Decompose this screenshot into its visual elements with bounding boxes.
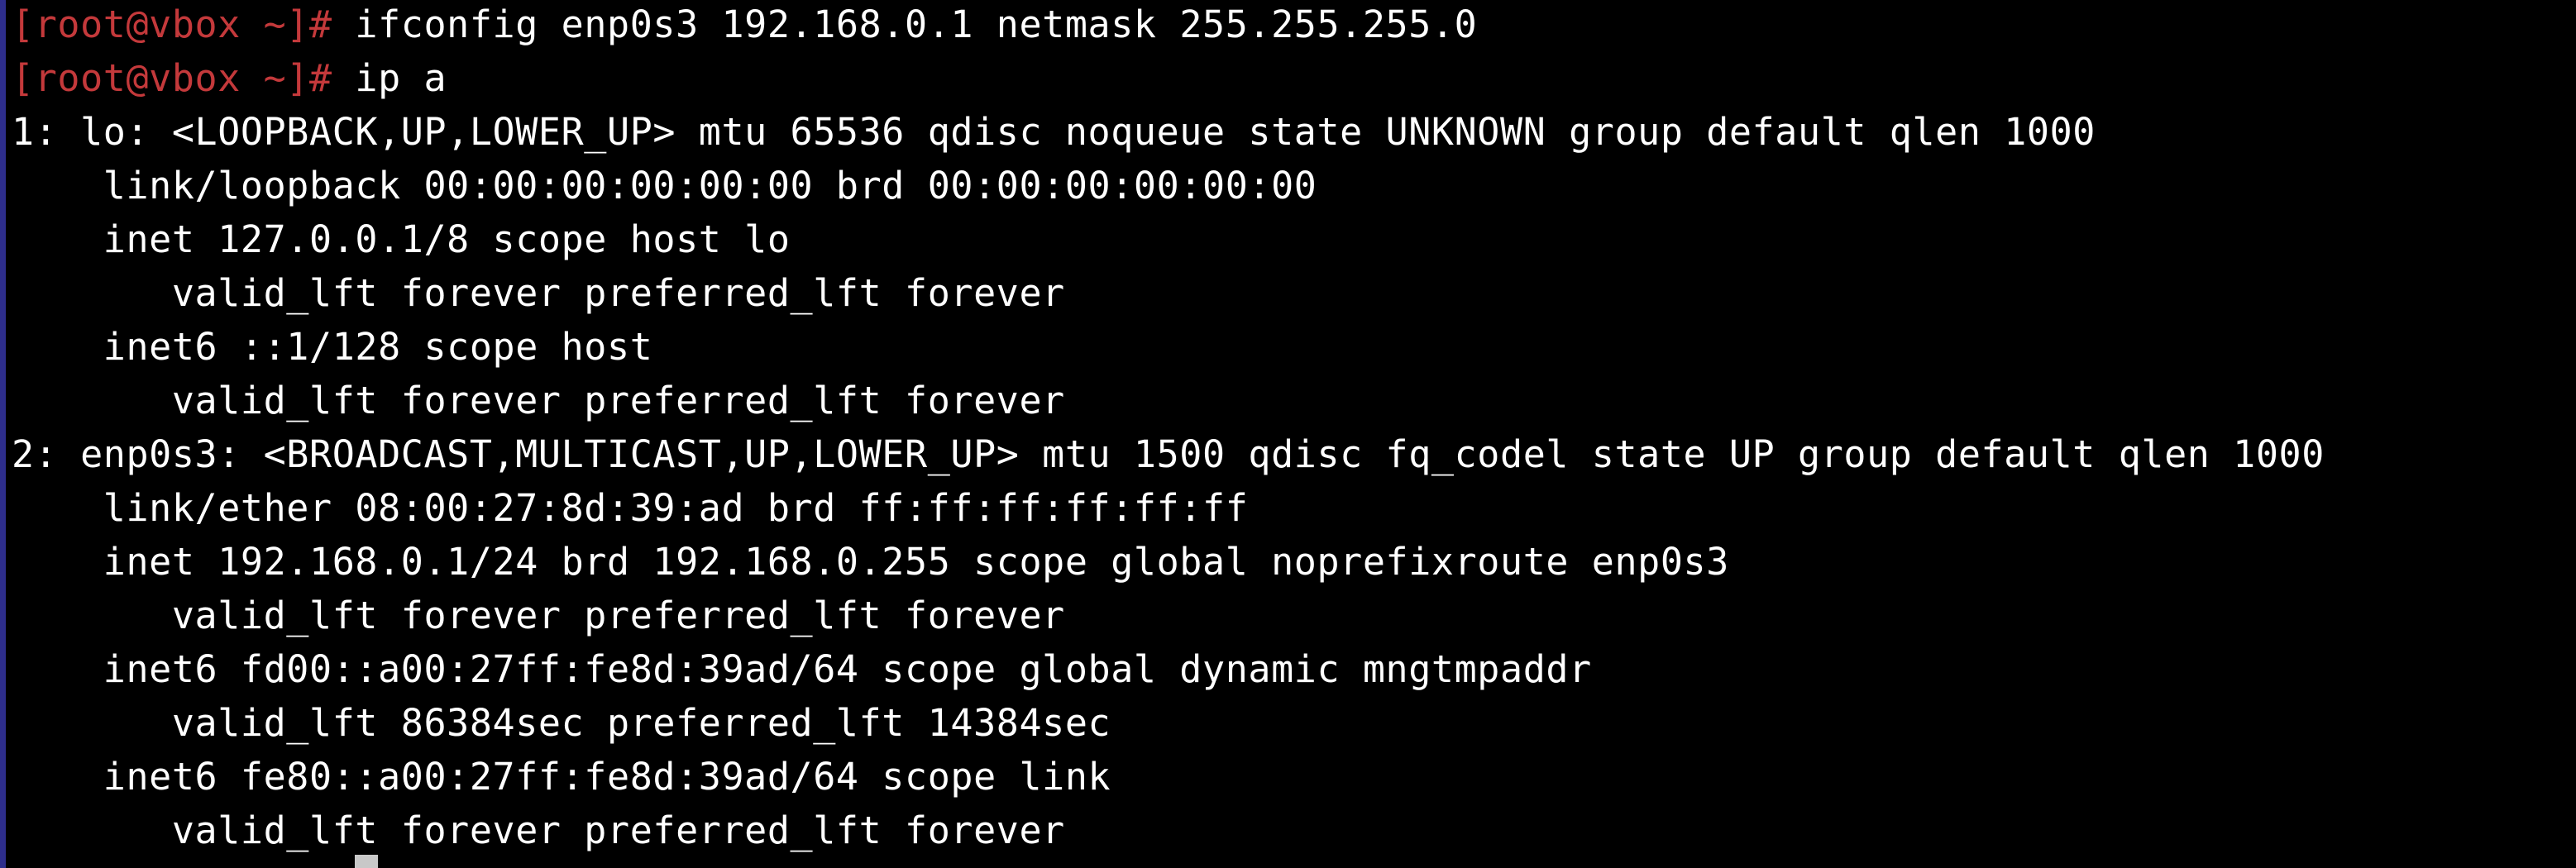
output-line: inet 127.0.0.1/8 scope host lo [12, 217, 791, 261]
output-line: 1: lo: <LOOPBACK,UP,LOWER_UP> mtu 65536 … [12, 110, 2096, 154]
output-line: link/ether 08:00:27:8d:39:ad brd ff:ff:f… [12, 486, 1249, 530]
output-line: link/loopback 00:00:00:00:00:00 brd 00:0… [12, 164, 1317, 207]
shell-prompt: [root@vbox ~]# [12, 56, 332, 100]
command-line-ip-a: [root@vbox ~]# ip a [12, 51, 447, 105]
terminal-window[interactable]: [root@vbox ~]# ifconfig enp0s3 192.168.0… [0, 0, 2576, 868]
command-text: ifconfig enp0s3 192.168.0.1 netmask 255.… [332, 2, 1478, 46]
partial-next-line [12, 851, 379, 868]
output-line: inet6 fe80::a00:27ff:fe8d:39ad/64 scope … [12, 755, 1111, 799]
command-line-ifconfig: [root@vbox ~]# ifconfig enp0s3 192.168.0… [12, 0, 1477, 51]
output-line: valid_lft forever preferred_lft forever [12, 271, 1065, 315]
output-line: valid_lft forever preferred_lft forever [12, 808, 1065, 852]
output-line: inet6 fd00::a00:27ff:fe8d:39ad/64 scope … [12, 647, 1592, 691]
output-line: valid_lft 86384sec preferred_lft 14384se… [12, 701, 1111, 745]
output-line: inet 192.168.0.1/24 brd 192.168.0.255 sc… [12, 540, 1729, 584]
window-left-border [0, 0, 6, 868]
output-line: valid_lft forever preferred_lft forever [12, 594, 1065, 637]
output-line: valid_lft forever preferred_lft forever [12, 379, 1065, 422]
text-cursor [355, 855, 379, 868]
terminal-output[interactable]: [root@vbox ~]# ifconfig enp0s3 192.168.0… [12, 0, 2567, 868]
shell-prompt: [root@vbox ~]# [12, 2, 332, 46]
output-line: 2: enp0s3: <BROADCAST,MULTICAST,UP,LOWER… [12, 432, 2325, 476]
command-text: ip a [332, 56, 447, 100]
output-line: inet6 ::1/128 scope host [12, 325, 653, 369]
